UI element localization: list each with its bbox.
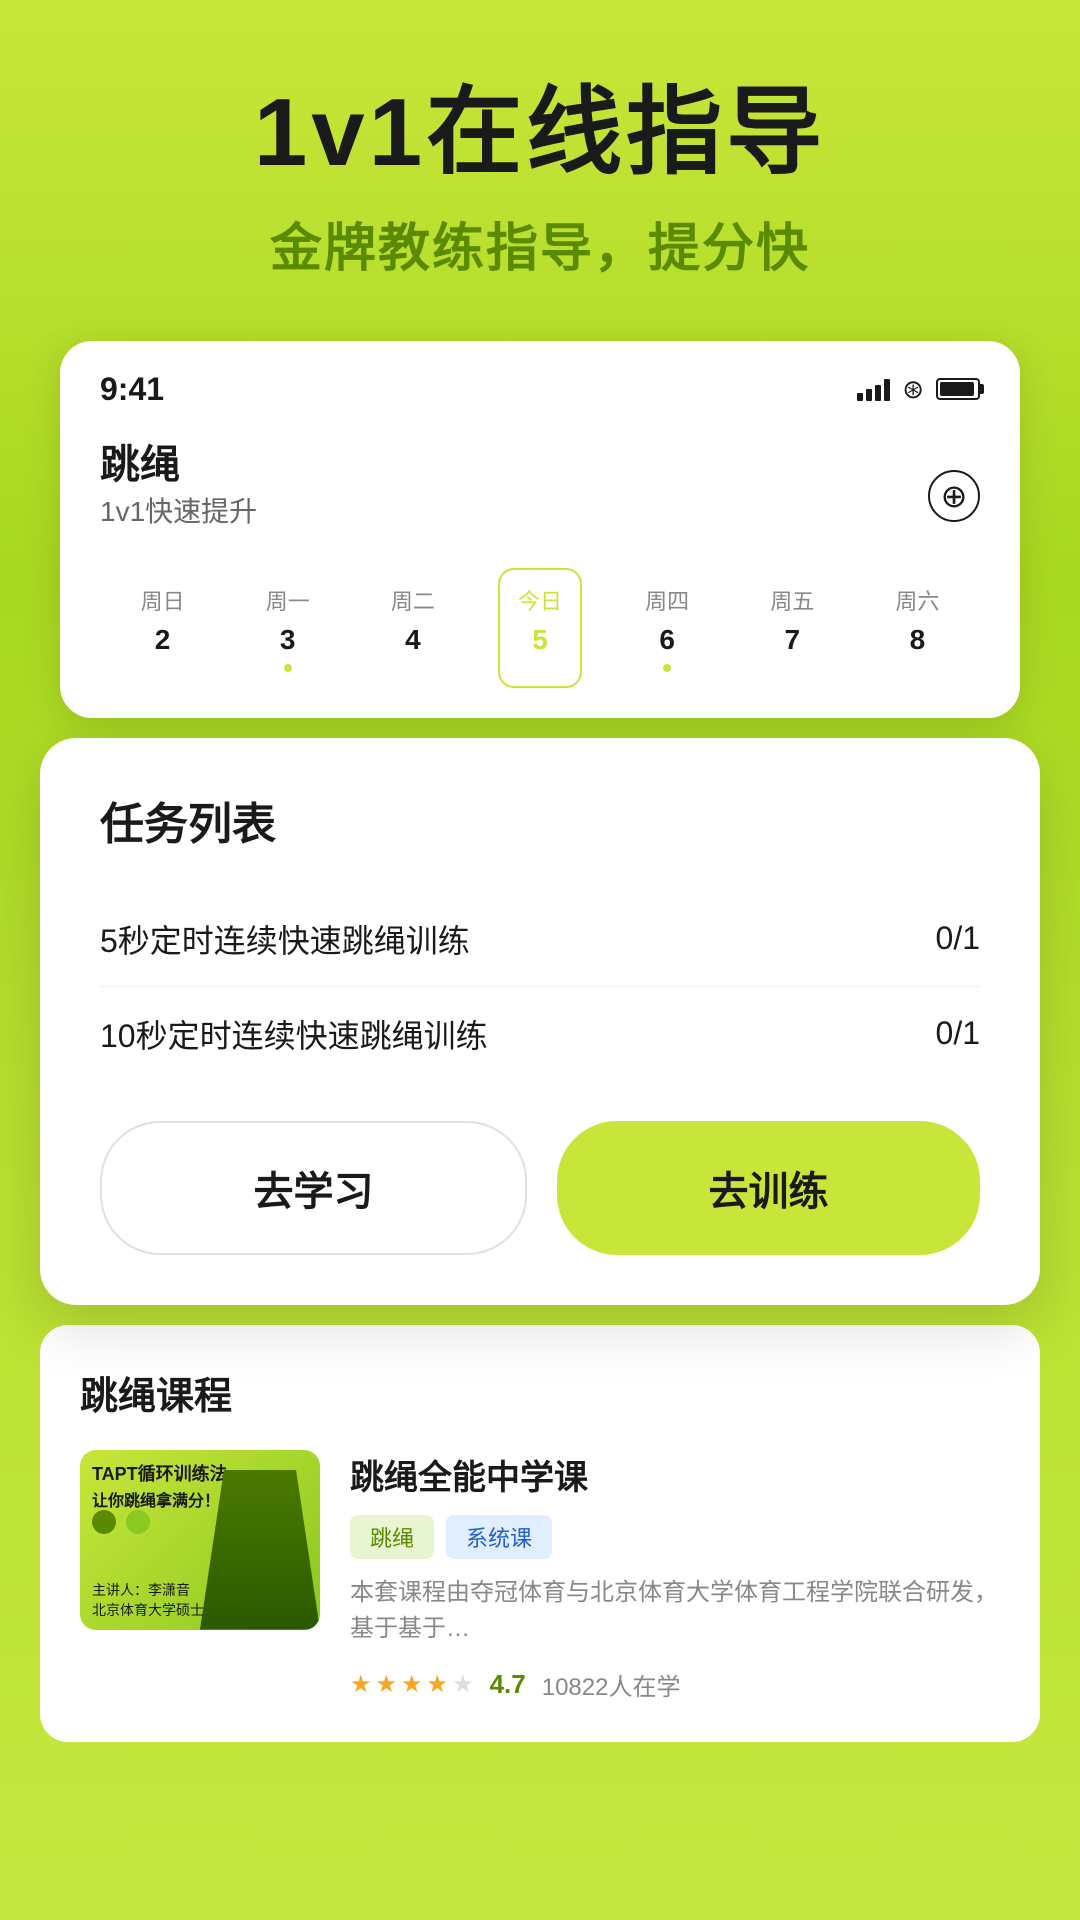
course-tag: 系统课 — [446, 1515, 552, 1559]
status-bar: 9:41 ⊛ — [100, 371, 980, 408]
study-button[interactable]: 去学习 — [100, 1121, 527, 1255]
battery-icon — [936, 378, 980, 400]
day-item[interactable]: 周五 7 — [752, 570, 832, 686]
star-1: ★ — [350, 1670, 372, 1699]
star-5: ★ — [452, 1670, 474, 1699]
day-label: 周四 — [645, 584, 689, 616]
day-dot — [159, 664, 167, 672]
day-number: 8 — [910, 624, 926, 656]
status-time: 9:41 — [100, 371, 164, 408]
student-count: 10822人在学 — [542, 1667, 681, 1702]
day-label: 周六 — [895, 584, 939, 616]
course-desc: 本套课程由夺冠体育与北京体育大学体育工程学院联合研发，基于基于… — [350, 1575, 1000, 1647]
day-label: 周日 — [141, 584, 185, 616]
day-item[interactable]: 周二 4 — [373, 570, 453, 686]
sub-title: 金牌教练指导，提分快 — [60, 206, 1020, 281]
day-item[interactable]: 周日 2 — [123, 570, 203, 686]
course-rating: ★ ★ ★ ★ ★ 4.7 10822人在学 — [350, 1667, 1000, 1702]
course-section: 跳绳课程 TAPT循环训练法 让你跳绳拿满分！ 主讲人：李潇音 北京体育大学硕士… — [40, 1325, 1040, 1742]
day-dot — [536, 664, 544, 672]
task-popup: 任务列表 5秒定时连续快速跳绳训练 0/1 10秒定时连续快速跳绳训练 0/1 … — [40, 738, 1040, 1305]
day-number: 7 — [784, 624, 800, 656]
course-name: 跳绳全能中学课 — [350, 1450, 1000, 1499]
task-progress: 0/1 — [936, 1015, 980, 1052]
day-number: 2 — [155, 624, 171, 656]
task-buttons: 去学习 去训练 — [100, 1121, 980, 1255]
task-progress: 0/1 — [936, 920, 980, 957]
star-4: ★ — [427, 1670, 449, 1699]
day-item[interactable]: 周一 3 — [248, 570, 328, 686]
add-button[interactable]: ⊕ — [928, 470, 980, 522]
day-label: 周二 — [391, 584, 435, 616]
course-card[interactable]: TAPT循环训练法 让你跳绳拿满分！ 主讲人：李潇音 北京体育大学硕士 跳绳全能… — [80, 1450, 1000, 1702]
plus-icon: ⊕ — [941, 477, 968, 515]
day-number: 4 — [405, 624, 421, 656]
day-number: 6 — [659, 624, 675, 656]
task-popup-title: 任务列表 — [100, 788, 980, 852]
day-label: 周一 — [266, 584, 310, 616]
day-item[interactable]: 今日 5 — [498, 568, 582, 688]
instructor-text: 主讲人：李潇音 北京体育大学硕士 — [92, 1580, 204, 1620]
task-list: 5秒定时连续快速跳绳训练 0/1 10秒定时连续快速跳绳训练 0/1 — [100, 892, 980, 1081]
top-header: 1v1在线指导 金牌教练指导，提分快 — [0, 0, 1080, 341]
stars: ★ ★ ★ ★ ★ — [350, 1670, 474, 1699]
phone-mockup: 9:41 ⊛ 跳绳 1v1快速提升 ⊕ 周日 2 — [60, 341, 1020, 718]
star-3: ★ — [401, 1670, 423, 1699]
app-name: 跳绳 — [100, 432, 257, 490]
train-button[interactable]: 去训练 — [557, 1121, 980, 1255]
task-name: 5秒定时连续快速跳绳训练 — [100, 916, 470, 962]
day-number: 3 — [280, 624, 296, 656]
week-calendar: 周日 2 周一 3 周二 4 今日 5 周四 6 周五 7 周六 8 — [100, 568, 980, 688]
day-dot — [788, 664, 796, 672]
course-tags: 跳绳系统课 — [350, 1515, 1000, 1559]
task-item[interactable]: 5秒定时连续快速跳绳训练 0/1 — [100, 892, 980, 987]
day-item[interactable]: 周四 6 — [627, 570, 707, 686]
signal-icon — [857, 377, 890, 401]
day-number: 5 — [532, 624, 548, 656]
day-dot — [663, 664, 671, 672]
day-dot — [409, 664, 417, 672]
course-section-title: 跳绳课程 — [80, 1365, 1000, 1420]
rating-score: 4.7 — [490, 1669, 526, 1700]
app-subtitle: 1v1快速提升 — [100, 490, 257, 530]
wifi-icon: ⊛ — [902, 374, 924, 405]
task-item[interactable]: 10秒定时连续快速跳绳训练 0/1 — [100, 987, 980, 1081]
day-dot — [284, 664, 292, 672]
status-icons: ⊛ — [857, 374, 980, 405]
course-tag: 跳绳 — [350, 1515, 434, 1559]
day-dot — [913, 664, 921, 672]
main-title: 1v1在线指导 — [60, 80, 1020, 186]
course-info: 跳绳全能中学课 跳绳系统课 本套课程由夺冠体育与北京体育大学体育工程学院联合研发… — [350, 1450, 1000, 1702]
course-thumbnail: TAPT循环训练法 让你跳绳拿满分！ 主讲人：李潇音 北京体育大学硕士 — [80, 1450, 320, 1630]
task-name: 10秒定时连续快速跳绳训练 — [100, 1011, 488, 1057]
day-label: 今日 — [518, 584, 562, 616]
star-2: ★ — [376, 1670, 398, 1699]
day-label: 周五 — [770, 584, 814, 616]
app-title: 跳绳 1v1快速提升 — [100, 432, 257, 560]
day-item[interactable]: 周六 8 — [877, 570, 957, 686]
app-header: 跳绳 1v1快速提升 ⊕ — [100, 432, 980, 560]
